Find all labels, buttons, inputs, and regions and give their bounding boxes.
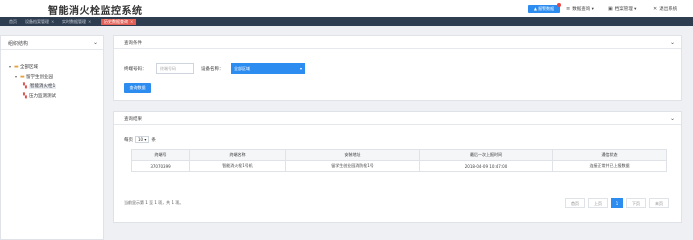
data-query-menu[interactable]: ≡ 数据查询 ▾ bbox=[566, 5, 594, 13]
results-panel-title: 查询结果 bbox=[124, 117, 142, 122]
page-size-suffix: 条 bbox=[151, 138, 156, 143]
prev-page-button[interactable]: 上页 bbox=[588, 198, 608, 208]
tab-realtime-data-label: 实时数据管理 bbox=[62, 18, 86, 24]
chevron-down-icon[interactable]: ⌄ bbox=[670, 39, 675, 46]
alarm-data-button[interactable]: ▲ 报警数据 bbox=[528, 5, 560, 13]
page-size-control: 每页 10 ▾ 条 bbox=[124, 136, 156, 143]
column-header[interactable]: 安装地址 bbox=[285, 149, 420, 161]
notification-badge bbox=[557, 3, 561, 7]
tree-node-hydrant-1[interactable]: ▚ 智能消火栓1 bbox=[23, 83, 57, 90]
logout-icon: ✕ bbox=[653, 6, 658, 12]
table-cell: 智能消火栓1号机 bbox=[189, 160, 286, 172]
chevron-down-icon: ▾ bbox=[299, 66, 302, 71]
table-header-row: 终端号 终端名称 安装地址 最后一次上报时间 通信状态 bbox=[131, 149, 667, 161]
search-panel-title: 查询条件 bbox=[124, 41, 142, 46]
org-tree-panel: 组织结构 ⌄ ▾ ▬全部区域 ▾ ▬留学生创业园 ▚ 智能消火栓1 ▚ 压力监测测试 bbox=[0, 35, 104, 240]
results-table: 终端号 终端名称 安装地址 最后一次上报时间 通信状态 37070399 智能消… bbox=[131, 149, 667, 172]
column-header[interactable]: 终端名称 bbox=[189, 149, 286, 161]
chevron-down-icon[interactable]: ⌄ bbox=[93, 39, 98, 46]
logout-label: 退出系统 bbox=[659, 7, 678, 12]
archive-label: 档案管理 ▾ bbox=[614, 7, 637, 12]
close-icon[interactable]: × bbox=[51, 19, 54, 24]
tab-home-label: 首页 bbox=[9, 18, 17, 24]
app-title: 智能消火栓监控系统 bbox=[48, 6, 143, 17]
page-size-select[interactable]: 10 ▾ bbox=[135, 136, 150, 143]
top-header: 智能消火栓监控系统 ▲ 报警数据 ≡ 数据查询 ▾ ▣ 档案管理 ▾ ✕ 退出系统 bbox=[0, 0, 693, 17]
tree-node-label: 留学生创业园 bbox=[26, 75, 53, 80]
device-number-label: 终端号码： bbox=[124, 67, 147, 72]
column-header[interactable]: 终端号 bbox=[131, 149, 190, 161]
data-query-label: 数据查询 ▾ bbox=[572, 7, 594, 12]
list-icon: ≡ bbox=[566, 6, 571, 12]
search-panel-header: 查询条件 ⌄ bbox=[114, 36, 681, 49]
tree-node-label: 压力监测测试 bbox=[29, 94, 56, 99]
table-cell: 留学生创业园消防栓1号 bbox=[285, 160, 420, 172]
archive-icon: ▣ bbox=[608, 6, 613, 12]
device-name-label: 设备名称： bbox=[201, 67, 224, 72]
device-name-select-value: 全部区域 bbox=[234, 66, 250, 71]
first-page-button[interactable]: 首页 bbox=[565, 198, 585, 208]
next-page-button[interactable]: 下页 bbox=[626, 198, 646, 208]
tab-realtime-data[interactable]: 实时数据管理 × bbox=[59, 19, 94, 25]
tab-history-data-label: 历史数据查询 bbox=[104, 18, 128, 24]
device-number-input[interactable]: 终端号码 bbox=[156, 63, 194, 74]
pagination: 首页 上页 1 下页 末页 bbox=[565, 198, 671, 208]
logout-menu[interactable]: ✕ 退出系统 bbox=[653, 5, 677, 13]
org-tree-header: 组织结构 ⌄ bbox=[1, 36, 103, 50]
device-name-select[interactable]: 全部区域 ▾ bbox=[231, 63, 305, 74]
org-tree-title: 组织结构 bbox=[8, 41, 29, 47]
tree-node-startup-park[interactable]: ▾ ▬留学生创业园 bbox=[15, 73, 53, 80]
tree-node-pressure-test[interactable]: ▚ 压力监测测试 bbox=[23, 93, 56, 100]
archive-menu[interactable]: ▣ 档案管理 ▾ bbox=[608, 5, 636, 13]
close-icon[interactable]: × bbox=[88, 19, 91, 24]
table-cell: 2018-04-09 10:47:00 bbox=[419, 160, 553, 172]
page-size-prefix: 每页 bbox=[124, 138, 133, 143]
table-row[interactable]: 37070399 智能消火栓1号机 留学生创业园消防栓1号 2018-04-09… bbox=[131, 160, 667, 172]
tree-node-label: 全部区域 bbox=[20, 65, 38, 70]
tab-home[interactable]: 首页 bbox=[6, 19, 20, 25]
pagination-info: 当前显示第 1 至 1 项，共 1 项。 bbox=[124, 200, 184, 205]
tab-device-archive-label: 设备档案管理 bbox=[25, 18, 49, 24]
results-panel: 查询结果 ⌄ 每页 10 ▾ 条 终端号 终端名称 安装地址 最后一次上报时间 通信… bbox=[113, 111, 682, 223]
table-cell: 37070399 bbox=[131, 160, 190, 172]
table-cell: 连接正常并已上报数据 bbox=[552, 160, 667, 172]
column-header[interactable]: 通信状态 bbox=[552, 149, 667, 161]
tree-node-label: 智能消火栓1 bbox=[29, 84, 57, 89]
query-button[interactable]: 查询数据 bbox=[124, 83, 151, 93]
tab-device-archive[interactable]: 设备档案管理 × bbox=[22, 19, 57, 25]
last-page-button[interactable]: 末页 bbox=[649, 198, 669, 208]
search-panel: 查询条件 ⌄ 终端号码： 终端号码 设备名称： 全部区域 ▾ 查询数据 bbox=[113, 35, 682, 101]
tab-bar: 首页 设备档案管理 × 实时数据管理 × 历史数据查询 × bbox=[0, 17, 693, 26]
column-header[interactable]: 最后一次上报时间 bbox=[419, 149, 553, 161]
tab-history-data[interactable]: 历史数据查询 × bbox=[101, 18, 137, 25]
chevron-down-icon[interactable]: ⌄ bbox=[670, 115, 675, 122]
close-icon[interactable]: × bbox=[130, 19, 133, 24]
results-panel-header: 查询结果 ⌄ bbox=[114, 112, 681, 125]
tree-node-all-areas[interactable]: ▾ ▬全部区域 bbox=[9, 63, 38, 70]
page-1-button[interactable]: 1 bbox=[611, 198, 623, 208]
